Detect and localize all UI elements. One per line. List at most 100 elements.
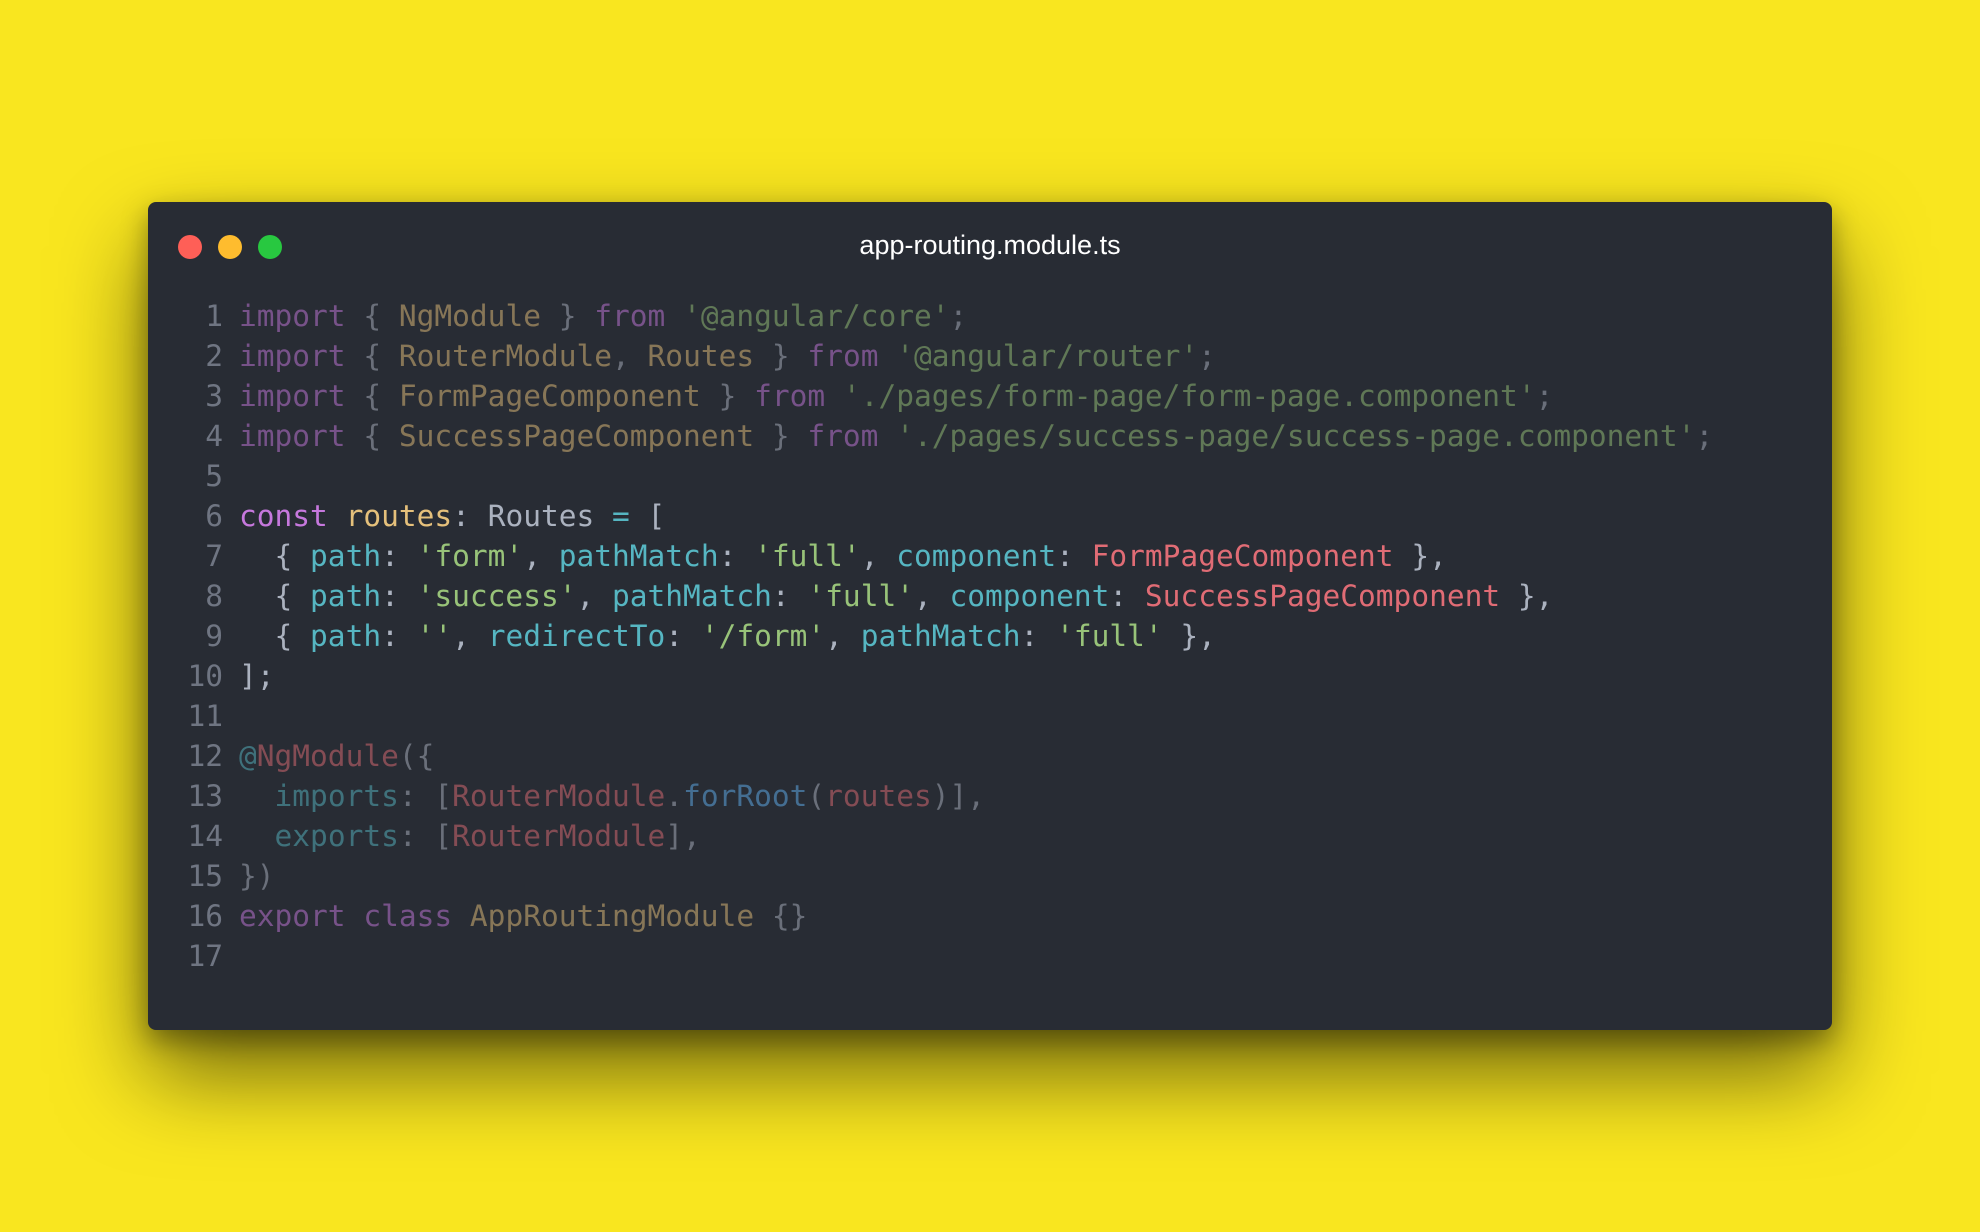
code-token: ], <box>665 819 701 853</box>
code-token: pathMatch <box>558 539 719 573</box>
code-line: 10]; <box>148 656 1832 696</box>
code-token: ]; <box>239 659 275 693</box>
code-token: routes <box>825 779 932 813</box>
code-token: from <box>807 419 879 453</box>
code-token: Routes <box>647 339 755 373</box>
title-bar: app-routing.module.ts <box>148 202 1832 288</box>
code-token: , <box>612 339 648 373</box>
code-text: }) <box>239 856 275 896</box>
code-token: const <box>239 499 328 533</box>
code-token: : <box>381 579 417 613</box>
code-token: : [ <box>398 819 453 853</box>
code-line: 1 import { NgModule } from '@angular/core… <box>148 296 1832 336</box>
code-token: import <box>239 419 346 453</box>
code-token: NgModule <box>256 739 399 773</box>
line-number: 15 <box>187 859 223 893</box>
code-token: 'form' <box>416 539 524 573</box>
code-token: , <box>913 579 950 613</box>
line-number: 8 <box>205 579 223 613</box>
code-token: } <box>540 299 595 333</box>
line-number: 10 <box>187 659 223 693</box>
code-token: pathMatch <box>860 619 1021 653</box>
code-token: [ <box>629 499 666 533</box>
line-number: 9 <box>205 619 223 653</box>
code-token: = <box>612 499 630 533</box>
code-line: 15}) <box>148 856 1832 896</box>
line-number: 3 <box>205 379 223 413</box>
code-token: }, <box>1393 539 1447 573</box>
line-number: 6 <box>205 499 223 533</box>
code-text: exports: [RouterModule], <box>239 816 701 856</box>
code-token: : <box>771 579 808 613</box>
code-token: '@angular/core' <box>683 299 950 333</box>
code-token: ; <box>1535 379 1554 413</box>
code-token: } <box>754 339 808 373</box>
code-line: 13 imports: [RouterModule.forRoot(routes… <box>148 776 1832 816</box>
code-token: ; <box>1695 419 1714 453</box>
code-line: 3 import { FormPageComponent } from './pa… <box>148 376 1832 416</box>
code-token: '' <box>416 619 453 653</box>
code-token: { <box>345 339 399 373</box>
code-line: 11 <box>148 696 1832 736</box>
line-number: 16 <box>187 899 223 933</box>
code-token: } <box>700 379 755 413</box>
code-text: export class AppRoutingModule {} <box>239 896 807 936</box>
code-line: 14 exports: [RouterModule], <box>148 816 1832 856</box>
code-token: '/form' <box>700 619 826 653</box>
code-text: ]; <box>239 656 275 696</box>
code-line: 16 export class AppRoutingModule {} <box>148 896 1832 936</box>
code-token: . <box>665 779 684 813</box>
code-token: ; <box>1198 339 1216 373</box>
code-token: 'full' <box>1056 619 1163 653</box>
code-token: path <box>310 539 382 573</box>
code-token: '@angular/router' <box>896 339 1199 373</box>
code-text: import { FormPageComponent } from './pag… <box>239 376 1553 416</box>
code-token: SuccessPageComponent <box>1144 579 1501 613</box>
code-token: component <box>896 539 1057 573</box>
code-token: { <box>345 379 399 413</box>
code-token: }, <box>1162 619 1216 653</box>
code-text: @NgModule({ <box>239 736 434 776</box>
code-token: FormPageComponent <box>1091 539 1394 573</box>
line-number: 4 <box>205 419 223 453</box>
code-token: RouterModule <box>398 339 613 373</box>
code-token: class <box>363 899 453 933</box>
code-token: from <box>807 339 879 373</box>
code-token: routes <box>345 499 453 533</box>
code-token: { <box>239 579 311 613</box>
code-token: path <box>310 579 382 613</box>
code-token: NgModule <box>398 299 541 333</box>
code-token: path <box>310 619 382 653</box>
code-token: : <box>452 499 488 533</box>
code-token: { <box>345 299 399 333</box>
code-token: { <box>239 539 311 573</box>
line-number: 13 <box>187 779 223 813</box>
line-number: 12 <box>187 739 223 773</box>
code-text: import { RouterModule, Routes } from '@a… <box>239 336 1216 376</box>
code-window: app-routing.module.ts 1 import { NgModule… <box>148 202 1832 1030</box>
code-text: { path: 'form', pathMatch: 'full', compo… <box>239 536 1447 576</box>
code-token: ; <box>949 299 968 333</box>
code-line: 9 { path: '', redirectTo: '/form', pathM… <box>148 616 1832 656</box>
code-token: exports <box>274 819 399 853</box>
code-token: : [ <box>398 779 453 813</box>
code-token: from <box>594 299 666 333</box>
code-token: : <box>381 619 417 653</box>
code-token: , <box>860 539 897 573</box>
code-text: imports: [RouterModule.forRoot(routes)], <box>239 776 986 816</box>
code-token: }) <box>239 859 275 893</box>
code-token: pathMatch <box>612 579 772 613</box>
line-number: 7 <box>205 539 223 573</box>
code-text: import { NgModule } from '@angular/core'… <box>239 296 967 336</box>
code-token: './pages/success-page/success-page.compo… <box>896 419 1696 453</box>
line-number: 1 <box>205 299 223 333</box>
code-token: }, <box>1500 579 1554 613</box>
code-token: './pages/form-page/form-page.component' <box>842 379 1536 413</box>
code-line: 5 <box>148 456 1832 496</box>
code-token: : <box>1109 579 1145 613</box>
code-token: redirectTo <box>487 619 666 653</box>
